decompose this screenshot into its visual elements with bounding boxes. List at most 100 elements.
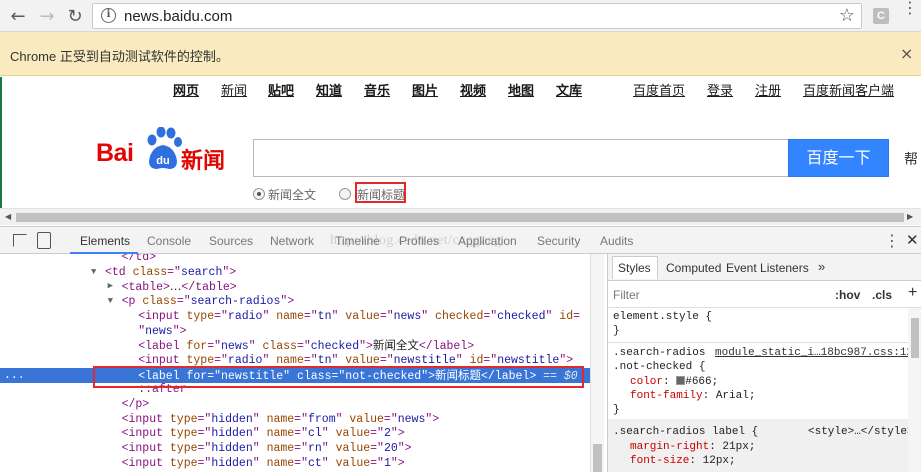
rule1-prop-color[interactable]: color: #666; — [630, 375, 718, 389]
tab-event-listeners[interactable]: Event Listeners — [726, 261, 809, 275]
top-right-link[interactable]: 登录 — [707, 80, 733, 99]
device-toolbar-icon[interactable] — [37, 232, 51, 249]
rule1-prop-font-family[interactable]: font-family: Arial; — [630, 389, 755, 403]
markup-token: "> — [359, 340, 373, 354]
styles-filter-input[interactable]: Filter — [613, 288, 640, 302]
elements-scrollbar-thumb[interactable] — [593, 444, 602, 472]
top-right-link[interactable]: 百度新闻客户端 — [803, 80, 894, 99]
markup-token: search — [180, 265, 223, 279]
elements-scrollbar[interactable] — [590, 254, 604, 472]
bookmark-star-icon[interactable]: ☆ — [839, 5, 855, 26]
expand-down-icon[interactable]: ▼ — [91, 265, 96, 280]
markup-token: =" — [167, 265, 181, 279]
dom-node-markup: <td class="search"> — [105, 265, 236, 280]
markup-token: 新闻全文 — [372, 338, 419, 353]
rule1-selector-a[interactable]: .search-radios — [613, 346, 705, 360]
address-bar[interactable]: i news.baidu.com ☆ — [92, 3, 862, 29]
nav-link[interactable]: 音乐 — [364, 80, 390, 99]
devtools-tab[interactable]: Security — [537, 234, 580, 248]
markup-token: " — [331, 353, 346, 367]
url-text[interactable]: news.baidu.com — [124, 8, 232, 25]
nav-link[interactable]: 图片 — [412, 80, 438, 99]
dom-node-line[interactable]: <label for="news" class="checked">新闻全文</… — [0, 338, 604, 353]
dom-node-line[interactable]: <input type="radio" name="tn" value="new… — [0, 309, 604, 324]
search-input[interactable] — [253, 139, 789, 177]
devtools-tab[interactable]: Console — [147, 234, 191, 248]
back-button[interactable]: ← — [6, 4, 30, 28]
rule1-source-link[interactable]: module_static_i…18bc987.css:12 — [715, 346, 913, 360]
rule2-selector[interactable]: .search-radios label { — [613, 425, 758, 439]
add-rule-icon[interactable]: + — [908, 284, 917, 302]
infobar-close-icon[interactable]: × — [900, 44, 913, 63]
devtools-tab[interactable]: Elements — [80, 234, 130, 248]
nav-link[interactable]: 知道 — [316, 80, 342, 99]
hov-toggle[interactable]: :hov — [835, 288, 860, 302]
markup-token: value — [335, 427, 371, 441]
markup-token: hidden — [211, 442, 253, 456]
nav-link[interactable]: 地图 — [508, 80, 534, 99]
info-icon[interactable]: i — [101, 8, 116, 23]
cls-toggle[interactable]: .cls — [872, 288, 892, 302]
nav-link[interactable]: 新闻 — [221, 80, 247, 99]
color-swatch[interactable] — [676, 376, 686, 385]
nav-link[interactable]: 文库 — [556, 80, 582, 99]
nav-link[interactable]: 贴吧 — [268, 80, 294, 99]
scroll-left-icon[interactable]: ◀ — [5, 212, 11, 221]
dom-node-line[interactable]: <input type="hidden" name="cl" value="2"… — [0, 426, 604, 441]
top-right-link[interactable]: 百度首页 — [633, 80, 685, 99]
markup-token: =" — [197, 427, 212, 441]
search-button[interactable]: 百度一下 — [788, 139, 889, 177]
dom-node-line[interactable]: "news"> — [0, 324, 604, 339]
inspect-element-icon[interactable] — [13, 234, 27, 247]
dom-node-line[interactable]: <input type="hidden" name="rn" value="20… — [0, 441, 604, 456]
expand-down-icon[interactable]: ▼ — [108, 294, 113, 309]
devtools-menu-icon[interactable]: ⋮ — [884, 231, 900, 251]
devtools-tab[interactable]: Network — [270, 234, 314, 248]
devtools-close-icon[interactable]: ✕ — [906, 231, 919, 249]
styles-scrollbar[interactable] — [908, 308, 921, 472]
markup-token: =" — [483, 309, 498, 323]
markup-token: =" — [197, 442, 212, 456]
dom-node-line[interactable]: <input type="hidden" name="ct" value="1"… — [0, 456, 604, 471]
horizontal-scrollbar[interactable]: ◀ ▶ — [0, 208, 921, 225]
node-actions-ellipsis[interactable]: ... — [4, 368, 25, 383]
dom-node-line[interactable]: ▶ <table>…</table> — [0, 279, 604, 294]
prop-name: font-size — [630, 455, 690, 467]
rule2-source[interactable]: <style>…</style> — [808, 425, 914, 439]
markup-token: id — [559, 309, 574, 323]
rule1-selector-b[interactable]: .not-checked { — [613, 360, 705, 374]
forward-button[interactable]: → — [35, 4, 59, 28]
markup-token: <input — [121, 442, 170, 456]
markup-token: value — [345, 353, 380, 367]
styles-scrollbar-thumb[interactable] — [911, 318, 919, 358]
baidu-news-logo[interactable]: Bai du 新闻 — [96, 123, 246, 173]
cut-off-link[interactable]: 帮 — [904, 149, 918, 169]
dom-node-line[interactable]: <input type="hidden" name="from" value="… — [0, 412, 604, 427]
expand-right-icon[interactable]: ▶ — [108, 279, 113, 294]
markup-token: value — [335, 442, 371, 456]
rule2-prop-font-size[interactable]: font-size: 12px; — [630, 454, 736, 468]
highlight-box — [355, 182, 406, 203]
radio-fulltext-label[interactable]: 新闻全文 — [268, 186, 316, 203]
dom-node-line[interactable]: ▼ <td class="search"> — [0, 265, 604, 280]
extension-icon[interactable]: C — [873, 8, 889, 24]
rule2-prop-margin-right[interactable]: margin-right: 21px; — [630, 440, 755, 454]
element-style-rule[interactable]: element.style { — [613, 310, 712, 324]
tab-styles[interactable]: Styles — [618, 261, 651, 275]
dom-node-line[interactable]: </td> — [0, 254, 604, 265]
top-right-link[interactable]: 注册 — [755, 80, 781, 99]
devtools-tab[interactable]: Sources — [209, 234, 253, 248]
devtools-tab[interactable]: Audits — [600, 234, 633, 248]
radio-title[interactable] — [339, 188, 351, 200]
chrome-menu-icon[interactable]: ⋮ — [902, 1, 918, 26]
reload-button[interactable]: ↻ — [63, 4, 87, 28]
more-tabs-icon[interactable]: » — [818, 259, 825, 274]
dom-node-line[interactable]: ▼ <p class="search-radios"> — [0, 294, 604, 309]
scroll-right-icon[interactable]: ▶ — [907, 212, 913, 221]
tab-computed[interactable]: Computed — [666, 261, 721, 275]
nav-link[interactable]: 视频 — [460, 80, 486, 99]
scrollbar-thumb[interactable] — [16, 213, 904, 222]
nav-link[interactable]: 网页 — [173, 80, 199, 99]
radio-fulltext[interactable] — [253, 188, 265, 200]
dom-node-line[interactable]: </p> — [0, 397, 604, 412]
